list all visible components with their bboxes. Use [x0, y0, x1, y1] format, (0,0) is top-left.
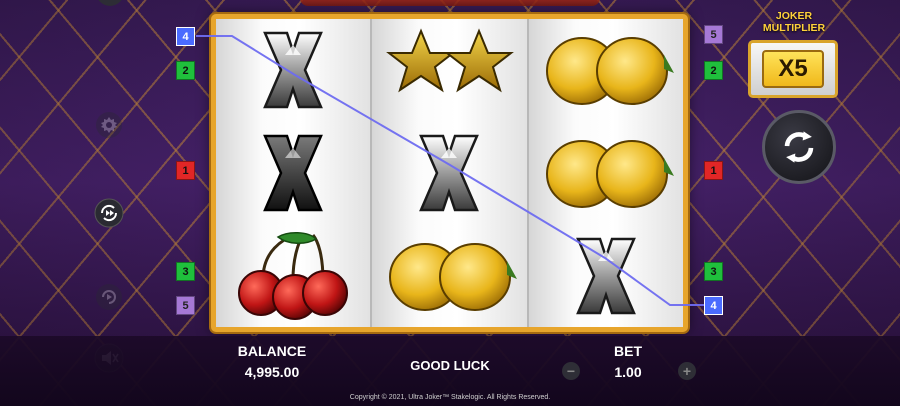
bet-label: BET [614, 343, 642, 359]
turbo-button[interactable] [92, 196, 126, 230]
x-symbol [216, 19, 370, 122]
line-marker-left-4: 4 [176, 27, 195, 46]
reel-frame [211, 14, 688, 332]
spin-icon [784, 131, 814, 163]
cherries-symbol [216, 224, 370, 327]
bet-value: 1.00 [614, 364, 642, 380]
reel-3 [528, 19, 683, 327]
line-marker-right-4: 4 [704, 296, 723, 315]
reel-1 [216, 19, 373, 327]
line-marker-left-1: 1 [176, 161, 195, 180]
bet-increase-button[interactable]: + [678, 362, 696, 380]
lemons-symbol [372, 224, 526, 327]
settings-icon [96, 112, 122, 138]
x-symbol [216, 122, 370, 225]
line-marker-left-5: 5 [176, 296, 195, 315]
line-marker-right-2: 2 [704, 61, 723, 80]
joker-multiplier-display: X5 [748, 40, 838, 98]
balance-label: BALANCE [237, 343, 307, 359]
lemons-symbol [529, 19, 683, 122]
spin-button[interactable] [762, 110, 836, 184]
joker-multiplier-value: X5 [762, 50, 824, 88]
stars-symbol [372, 19, 526, 122]
joker-multiplier-title: JOKER MULTIPLIER [762, 10, 826, 34]
line-marker-left-2: 2 [176, 61, 195, 80]
line-marker-right-3: 3 [704, 262, 723, 281]
reels [216, 19, 683, 327]
copyright-text: Copyright © 2021, Ultra Joker™ Stakelogi… [349, 394, 551, 401]
autoplay-button[interactable] [92, 280, 126, 314]
autoplay-icon [96, 284, 122, 310]
lemons-symbol [529, 122, 683, 225]
line-marker-left-3: 3 [176, 262, 195, 281]
bet-decrease-button[interactable]: − [562, 362, 580, 380]
x-symbol [372, 122, 526, 225]
status-message: GOOD LUCK [410, 358, 490, 373]
line-marker-right-1: 1 [704, 161, 723, 180]
balance-value: 4,995.00 [244, 364, 300, 380]
settings-button[interactable] [92, 108, 126, 142]
game-logo-banner [300, 0, 600, 6]
line-marker-right-5: 5 [704, 25, 723, 44]
reel-2 [372, 19, 529, 327]
turbo-icon [94, 198, 124, 228]
x-symbol [529, 224, 683, 327]
